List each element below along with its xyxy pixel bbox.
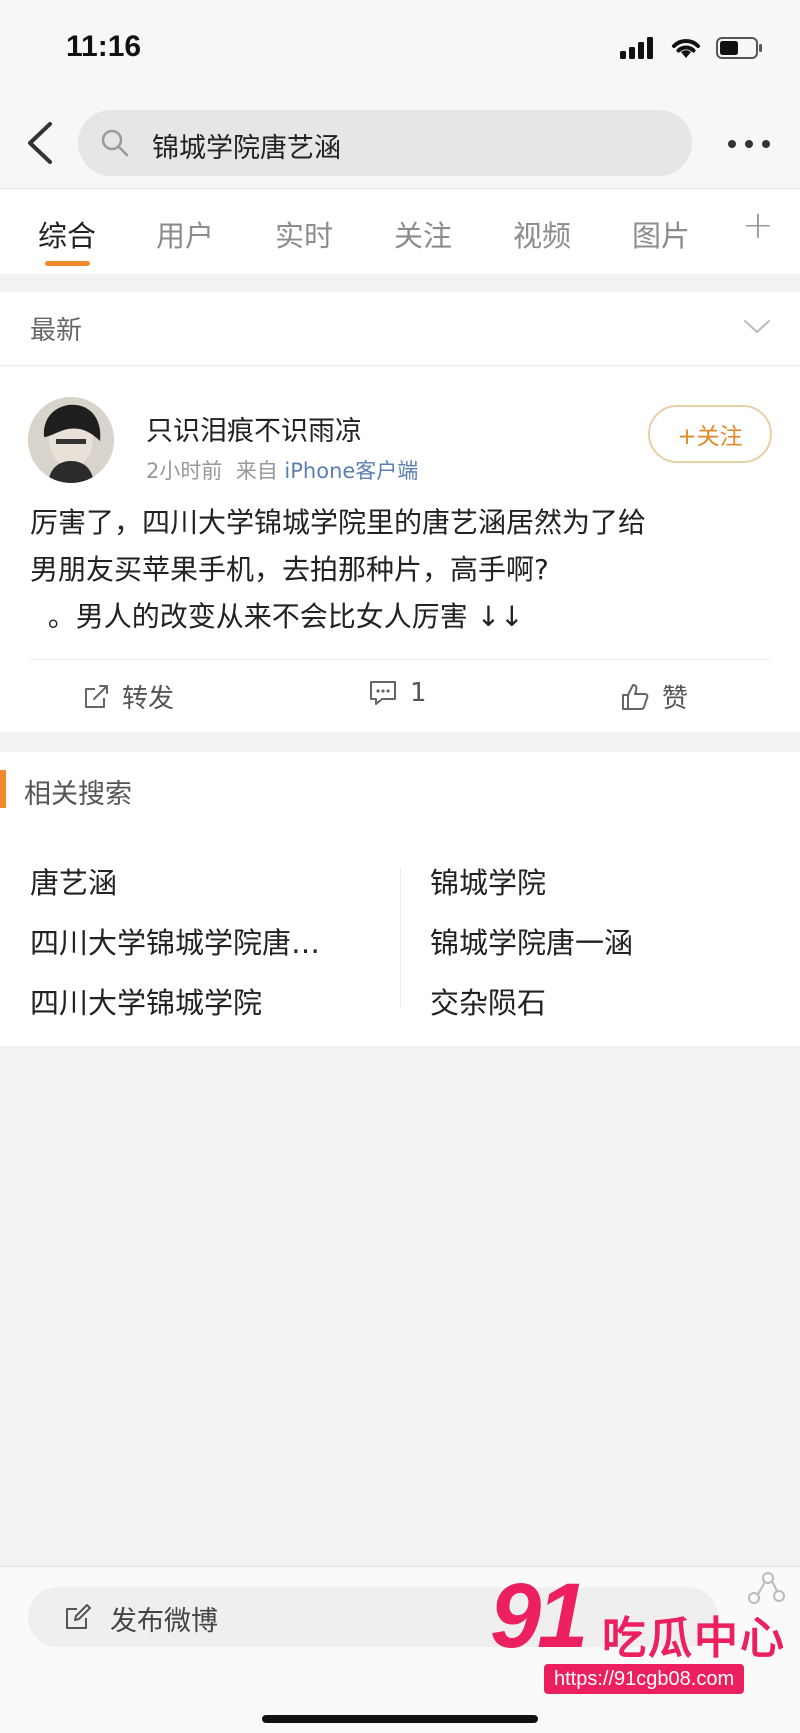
tab-users[interactable]: 用户 (156, 213, 214, 255)
like-label: 赞 (662, 684, 689, 714)
home-indicator (262, 1715, 538, 1723)
status-bar: 11:16 (0, 0, 800, 100)
status-icons (620, 36, 764, 60)
accent-bar (0, 770, 6, 808)
post-meta: 2小时前 来自 iPhone客户端 (146, 455, 418, 485)
comment-count: 1 (410, 678, 427, 708)
watermark-url: https://91cgb08.com (544, 1664, 745, 1694)
search-icon (101, 129, 129, 157)
network-dots-icon (748, 1572, 785, 1604)
tab-realtime[interactable]: 实时 (275, 213, 333, 255)
repost-button[interactable]: 转发 (82, 678, 174, 715)
post-line: 男朋友买苹果手机，去拍那种片，高手啊? (30, 553, 549, 586)
chevron-down-icon[interactable] (742, 316, 772, 338)
post-actions: 转发 1 赞 (30, 659, 770, 731)
compose-label: 发布微博 (110, 1606, 218, 1637)
tab-pictures[interactable]: 图片 (632, 213, 690, 255)
back-arrow-icon[interactable] (20, 118, 60, 168)
post-source[interactable]: iPhone客户端 (284, 459, 418, 483)
sort-filter[interactable]: 最新 (0, 292, 800, 366)
add-tab-button[interactable]: + (742, 203, 774, 247)
tab-comprehensive[interactable]: 综合 (38, 213, 96, 255)
sort-label: 最新 (30, 316, 83, 346)
post-time: 2小时前 (146, 459, 223, 483)
active-tab-indicator (45, 261, 90, 266)
more-icon[interactable] (728, 140, 770, 148)
status-time: 11:16 (66, 30, 142, 63)
comment-icon (370, 681, 396, 705)
tab-following[interactable]: 关注 (394, 213, 452, 255)
repost-icon (85, 684, 108, 708)
repost-label: 转发 (122, 684, 175, 714)
search-header: 锦城学院唐艺涵 (0, 100, 800, 188)
search-input[interactable]: 锦城学院唐艺涵 (78, 110, 692, 176)
tab-video[interactable]: 视频 (513, 213, 571, 255)
related-search-title: 相关搜索 (24, 779, 132, 810)
edit-icon (66, 1604, 91, 1629)
post-line: 厉害了，四川大学锦城学院里的唐艺涵居然为了给 (30, 506, 647, 539)
related-search-item[interactable]: 锦城学院 (430, 860, 546, 902)
wifi-icon (672, 39, 700, 58)
tab-bar: 综合 用户 实时 关注 视频 图片 + (0, 188, 800, 274)
related-search-item[interactable]: 唐艺涵 (30, 860, 117, 902)
comment-button[interactable]: 1 (368, 678, 427, 708)
avatar[interactable] (28, 397, 114, 483)
post-username[interactable]: 只识泪痕不识雨凉 (146, 409, 362, 448)
battery-icon (716, 37, 762, 59)
watermark-logo: 91 吃瓜中心 https://91cgb08.com (490, 1565, 790, 1694)
related-search-item[interactable]: 四川大学锦城学院唐… (30, 920, 320, 962)
related-search-list: 唐艺涵 四川大学锦城学院唐… 四川大学锦城学院 锦城学院 锦城学院唐一涵 交杂陨… (0, 826, 800, 1046)
weibo-post: 只识泪痕不识雨凉 2小时前 来自 iPhone客户端 +关注 厉害了，四川大学锦… (0, 367, 800, 732)
related-search-header: 相关搜索 (0, 752, 800, 826)
watermark-number: 91 (490, 1565, 588, 1667)
post-line: 。男人的改变从来不会比女人厉害 ↓↓ (30, 600, 524, 633)
related-search-item[interactable]: 交杂陨石 (430, 980, 546, 1022)
like-button[interactable]: 赞 (620, 678, 688, 715)
search-query: 锦城学院唐艺涵 (152, 133, 341, 164)
follow-button[interactable]: +关注 (648, 405, 772, 463)
related-search-item[interactable]: 锦城学院唐一涵 (430, 920, 633, 962)
watermark-text: 吃瓜中心 (602, 1613, 786, 1664)
thumbs-up-icon (622, 683, 649, 710)
signal-icon (620, 37, 653, 59)
post-source-prefix: 来自 (235, 459, 278, 483)
related-search-item[interactable]: 四川大学锦城学院 (30, 980, 262, 1022)
column-divider (400, 868, 401, 1008)
post-content[interactable]: 厉害了，四川大学锦城学院里的唐艺涵居然为了给 男朋友买苹果手机，去拍那种片，高手… (30, 499, 770, 640)
